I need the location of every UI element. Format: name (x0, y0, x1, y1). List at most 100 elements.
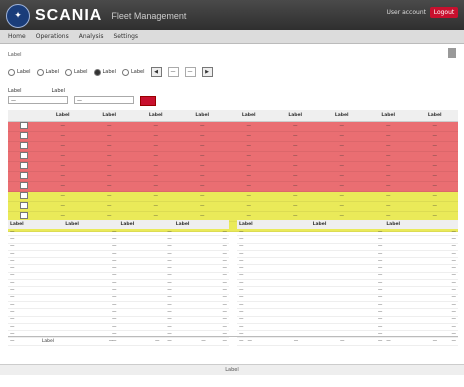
driver-select[interactable]: — (74, 96, 134, 104)
column-header[interactable]: Label (39, 110, 86, 122)
metrics-header: Label (8, 220, 64, 229)
metrics-cell: — (8, 257, 64, 266)
radio-dot[interactable] (93, 68, 101, 76)
column-header[interactable]: Label (85, 110, 133, 122)
table-cell: — (132, 191, 179, 202)
report-icon[interactable] (19, 152, 28, 159)
metrics-cell: — (310, 229, 385, 237)
table-row[interactable]: ————————— (8, 191, 458, 202)
next-period-button[interactable]: ▶ (201, 67, 213, 77)
griffin-emblem-icon: ✦ (6, 4, 30, 28)
column-header[interactable]: Label (271, 110, 319, 122)
period-radio[interactable]: Label (122, 68, 145, 76)
logout-button[interactable]: Logout (430, 7, 458, 18)
report-icon[interactable] (19, 122, 28, 129)
table-row[interactable]: ————————— (8, 141, 458, 152)
metrics-cell: — (384, 229, 458, 237)
report-icon[interactable] (19, 132, 28, 139)
table-cell: — (85, 181, 133, 192)
period-radio[interactable]: Label (8, 68, 31, 76)
user-account[interactable]: User account (387, 9, 427, 16)
table-cell: — (85, 151, 133, 162)
year-select[interactable]: — (167, 67, 179, 77)
report-icon[interactable] (19, 202, 28, 209)
nav-item[interactable]: Analysis (79, 30, 104, 43)
metrics-cell: — (384, 279, 458, 288)
report-icon[interactable] (19, 142, 28, 149)
radio-dot[interactable] (8, 68, 15, 76)
radio-label: Label (74, 69, 88, 75)
report-icon[interactable] (19, 212, 28, 219)
table-cell: — (132, 201, 179, 212)
metrics-cell: — (118, 279, 174, 288)
table-cell: — (178, 151, 226, 162)
nav-item[interactable]: Settings (113, 30, 138, 43)
column-header[interactable]: Label (132, 110, 179, 122)
radio-dot[interactable] (36, 68, 44, 76)
radio-dot[interactable] (122, 68, 129, 76)
table-cell: — (318, 151, 365, 162)
month-select[interactable]: — (184, 67, 196, 77)
report-icon[interactable] (19, 192, 28, 199)
metrics-cell: — (173, 235, 229, 244)
metrics-row: — — — (237, 243, 458, 251)
column-header[interactable]: Label (411, 110, 458, 122)
print-icon[interactable] (448, 48, 456, 58)
table-row[interactable]: ————————— (8, 201, 458, 212)
table-row[interactable]: ————————— (8, 121, 458, 132)
report-icon[interactable] (19, 182, 28, 189)
metrics-cell: — (8, 250, 64, 259)
table-row[interactable]: ————————— (8, 151, 458, 162)
metrics-row: — — — — (8, 286, 229, 295)
table-cell: — (271, 151, 319, 162)
radio-dot[interactable] (65, 68, 72, 76)
table-row[interactable]: ————————— (8, 131, 458, 142)
metrics-row: — — — — (8, 243, 229, 251)
metrics-cell: — (118, 323, 174, 332)
table-row[interactable]: ————————— (8, 181, 458, 192)
metrics-cell: — (173, 316, 229, 324)
metrics-row: — — — — (8, 250, 229, 259)
column-header[interactable]: Label (225, 110, 272, 122)
report-icon[interactable] (19, 172, 28, 179)
metrics-cell: — (118, 286, 174, 295)
metrics-row: — — — (237, 229, 458, 237)
period-radio[interactable]: Label (36, 68, 59, 76)
column-header[interactable]: Label (364, 110, 412, 122)
table-row[interactable]: ————————— (8, 161, 458, 172)
table-cell: — (318, 191, 365, 202)
metrics-header: Label (173, 220, 229, 229)
radio-label: Label (17, 69, 31, 75)
table-cell: — (132, 121, 179, 132)
table-cell: — (39, 181, 86, 192)
metrics-row: — — — (237, 235, 458, 244)
metrics-cell: — (63, 243, 119, 251)
table-cell: — (225, 151, 272, 162)
column-header[interactable]: Label (318, 110, 365, 122)
fleet-cell: — (386, 339, 391, 344)
apply-filter-button[interactable] (140, 96, 156, 106)
metrics-cell: — (237, 301, 311, 310)
metrics-cell: — (173, 243, 229, 251)
metrics-cell: — (8, 301, 64, 310)
metrics-cell: — (310, 308, 385, 317)
nav-item[interactable]: Home (8, 30, 26, 43)
metrics-cell: — (8, 323, 64, 332)
table-cell: — (132, 141, 179, 152)
table-row[interactable]: ————————— (8, 171, 458, 182)
table-cell: — (225, 141, 272, 152)
metrics-cell: — (237, 279, 311, 288)
metrics-cell: — (63, 308, 119, 317)
metrics-cell: — (118, 301, 174, 310)
fleet-cell: — (108, 339, 114, 344)
nav-item[interactable]: Operations (36, 30, 69, 43)
period-radio[interactable]: Label (65, 68, 88, 76)
brand-logo[interactable]: ✦ SCANIA Fleet Management (6, 4, 186, 28)
prev-period-button[interactable]: ◀ (150, 67, 162, 77)
column-header[interactable]: Label (178, 110, 226, 122)
metrics-row: — — — (237, 323, 458, 332)
period-radio[interactable]: Label (93, 68, 116, 76)
group-select[interactable]: — (8, 96, 68, 104)
column-header[interactable] (8, 110, 40, 122)
report-icon[interactable] (19, 162, 28, 169)
